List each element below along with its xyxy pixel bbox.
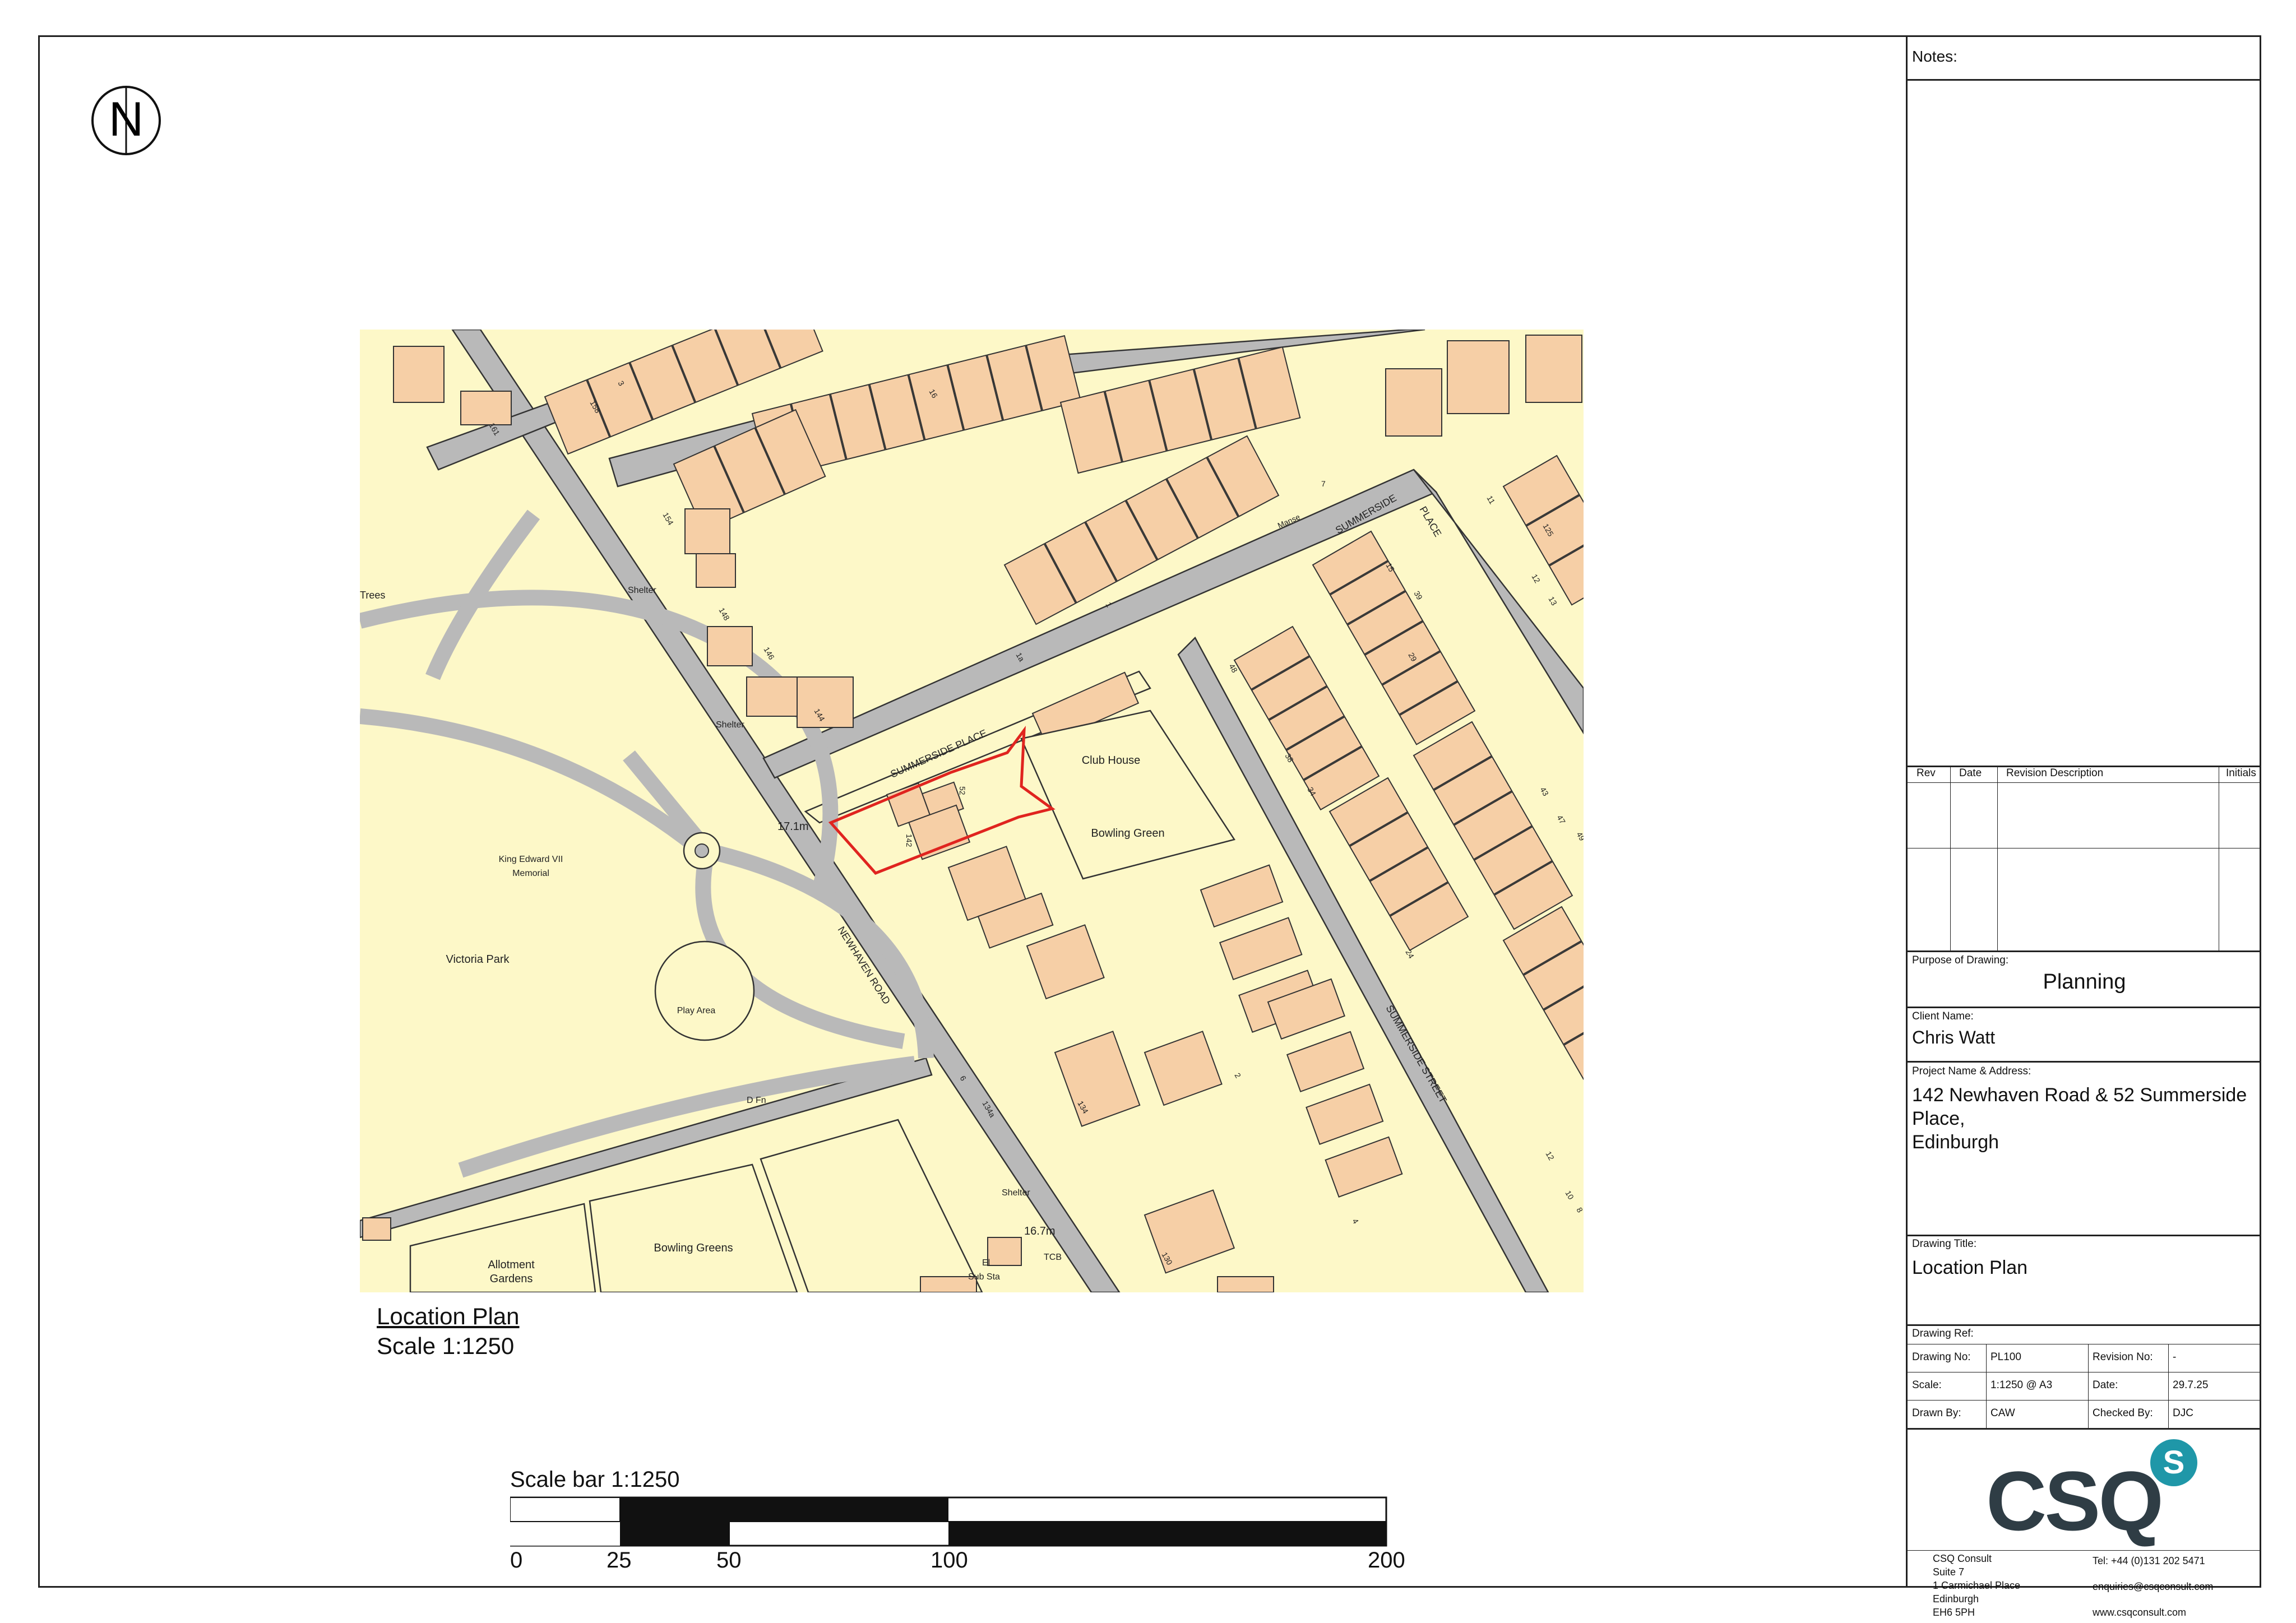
drawn-by-value: CAW: [1991, 1407, 2015, 1419]
rev-header: Rev: [1917, 767, 1936, 779]
scalebar-title: Scale bar 1:1250: [510, 1467, 680, 1492]
map-label-allotment: Allotment: [488, 1259, 535, 1271]
scalebar-label: 50: [716, 1548, 742, 1573]
map-label-memorial: King Edward VII: [499, 855, 563, 864]
contact-website[interactable]: www.csqconsult.com: [2093, 1607, 2186, 1619]
map-label-el: El: [982, 1258, 990, 1268]
checked-by-value: DJC: [2173, 1407, 2193, 1419]
map-house-number: 7: [1321, 479, 1326, 488]
purpose-label: Purpose of Drawing:: [1912, 954, 2009, 966]
client-label: Client Name:: [1912, 1010, 1974, 1022]
project-line: Edinburgh: [1912, 1132, 1999, 1153]
revision-no-value: -: [2173, 1351, 2177, 1363]
address-line: 1 Carmichael Place: [1933, 1580, 2021, 1591]
purpose-value: Planning: [2043, 970, 2126, 994]
map-house-number: 52: [958, 786, 967, 795]
location-map: Trees Shelter Shelter Shelter King Edwar…: [360, 330, 1584, 1292]
contact-email[interactable]: enquiries@csqconsult.com: [2093, 1581, 2213, 1593]
drawing-ref-label: Drawing Ref:: [1912, 1328, 1974, 1339]
plan-title: Location Plan: [377, 1303, 520, 1329]
map-label-bowling-greens: Bowling Greens: [654, 1242, 733, 1254]
drawn-by-label: Drawn By:: [1912, 1407, 1961, 1419]
contact-tel: Tel: +44 (0)131 202 5471: [2093, 1555, 2205, 1566]
map-label-substation: Sub Sta: [968, 1272, 1000, 1282]
project-label: Project Name & Address:: [1912, 1065, 2031, 1077]
scalebar-label: 200: [1368, 1548, 1405, 1573]
north-arrow-icon: N: [91, 86, 161, 155]
map-house-number: 142: [905, 834, 914, 847]
map-label-play-area: Play Area: [677, 1006, 716, 1015]
map-label-tcb: TCB: [1044, 1253, 1062, 1262]
address-line: Edinburgh: [1933, 1593, 1979, 1605]
date-label: Date:: [2093, 1379, 2118, 1391]
project-line: 142 Newhaven Road & 52 Summerside: [1912, 1084, 2247, 1106]
rev-header: Revision Description: [2006, 767, 2104, 779]
address-line: EH6 5PH: [1933, 1607, 1975, 1618]
map-label-shelter: Shelter: [716, 720, 744, 730]
csq-logo-badge-icon: S: [2150, 1439, 2197, 1486]
scalebar-label: 0: [510, 1548, 523, 1573]
title-block: Notes: Rev Date Revision Description Ini…: [1906, 35, 2261, 1618]
map-label-trees: Trees: [360, 590, 385, 601]
map-label-drinking-fountain: D Fn: [747, 1096, 766, 1105]
checked-by-label: Checked By:: [2093, 1407, 2153, 1419]
revision-no-label: Revision No:: [2093, 1351, 2153, 1363]
drawing-title-label: Drawing Title:: [1912, 1238, 1977, 1250]
map-label-shelter: Shelter: [1002, 1188, 1030, 1198]
map-label-memorial: Memorial: [512, 869, 549, 878]
map-label-club-house: Club House: [1082, 754, 1141, 767]
scale-bar: [510, 1496, 1387, 1547]
address-line: Suite 7: [1933, 1566, 1965, 1578]
plan-scale: Scale 1:1250: [377, 1333, 515, 1359]
date-value: 29.7.25: [2173, 1379, 2209, 1391]
scalebar-label: 25: [607, 1548, 632, 1573]
north-letter: N: [109, 92, 144, 146]
notes-label: Notes:: [1912, 48, 1957, 65]
scale-value: 1:1250 @ A3: [1991, 1379, 2053, 1391]
address-line: CSQ Consult: [1933, 1553, 1992, 1564]
drawing-no-value: PL100: [1991, 1351, 2021, 1363]
scale-label: Scale:: [1912, 1379, 1942, 1391]
map-label-shelter: Shelter: [628, 586, 656, 595]
drawing-title-value: Location Plan: [1912, 1257, 2028, 1278]
csq-logo: CSQ: [1986, 1454, 2164, 1548]
rev-header: Date: [1959, 767, 1982, 779]
map-label-allotment: Gardens: [490, 1273, 533, 1285]
client-value: Chris Watt: [1912, 1027, 1996, 1047]
map-label-spot-level: 17.1m: [777, 820, 809, 833]
drawing-no-label: Drawing No:: [1912, 1351, 1971, 1363]
project-line: Place,: [1912, 1108, 1965, 1129]
rev-header: Initials: [2226, 767, 2256, 779]
map-label-bowling-green: Bowling Green: [1091, 827, 1164, 840]
map-label-spot-level: 16.7m: [1024, 1225, 1056, 1237]
map-label-park: Victoria Park: [446, 953, 510, 966]
scalebar-label: 100: [931, 1548, 968, 1573]
